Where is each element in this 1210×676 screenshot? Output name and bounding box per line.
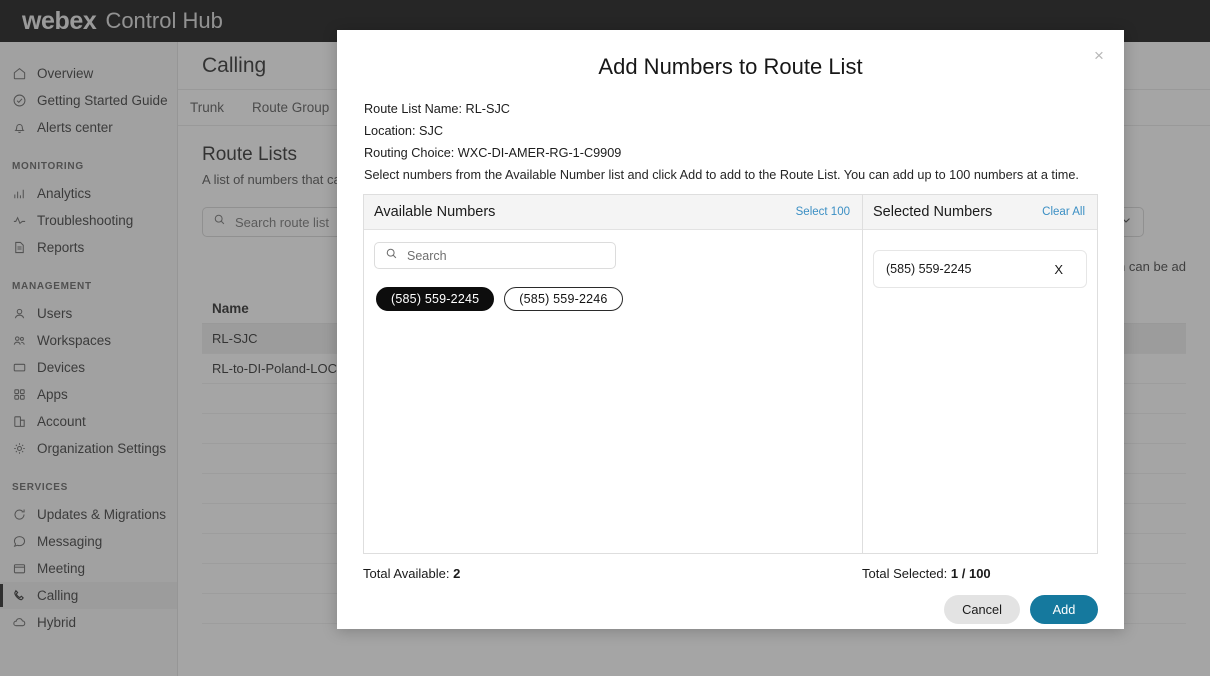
clear-all-link[interactable]: Clear All — [1042, 206, 1085, 218]
total-available-value: 2 — [453, 566, 461, 581]
totals-row: Total Available: 2 Total Selected: 1 / 1… — [363, 566, 1098, 581]
close-icon[interactable]: × — [1088, 44, 1110, 66]
selected-number-value: (585) 559-2245 — [886, 262, 972, 276]
add-numbers-modal: × Add Numbers to Route List Route List N… — [337, 30, 1124, 629]
remove-number-icon[interactable]: X — [1048, 262, 1069, 277]
available-number-chips: (585) 559-2245 (585) 559-2246 — [374, 287, 852, 311]
selected-numbers-panel: Selected Numbers Clear All (585) 559-224… — [863, 195, 1097, 553]
select-100-link[interactable]: Select 100 — [796, 206, 850, 218]
available-numbers-panel: Available Numbers Select 100 Search (585… — [364, 195, 863, 553]
total-selected-value: 1 / 100 — [950, 566, 991, 581]
number-chip[interactable]: (585) 559-2246 — [504, 287, 623, 311]
available-numbers-body: Search (585) 559-2245 (585) 559-2246 — [364, 230, 862, 553]
routing-choice: Routing Choice: WXC-DI-AMER-RG-1-C9909 — [364, 146, 622, 160]
screen: webex Control Hub Overview Getting Sta — [0, 0, 1210, 676]
available-numbers-title: Available Numbers — [374, 204, 496, 220]
available-search-input[interactable]: Search — [374, 242, 616, 269]
selected-number-item: (585) 559-2245 X — [873, 250, 1087, 288]
modal-title: Add Numbers to Route List — [598, 54, 863, 79]
number-chip[interactable]: (585) 559-2245 — [376, 287, 495, 311]
add-button[interactable]: Add — [1030, 595, 1098, 624]
location: Location: SJC — [364, 124, 443, 138]
search-icon — [385, 247, 398, 265]
total-selected: Total Selected: 1 / 100 — [862, 566, 1098, 581]
route-list-name: Route List Name: RL-SJC — [364, 102, 510, 116]
available-search-placeholder: Search — [407, 248, 447, 263]
total-selected-label: Total Selected: — [862, 566, 948, 581]
modal-description: Select numbers from the Available Number… — [364, 168, 1079, 182]
cancel-button[interactable]: Cancel — [944, 595, 1020, 624]
modal-actions: Cancel Add — [363, 595, 1098, 624]
available-numbers-header: Available Numbers Select 100 — [364, 195, 862, 230]
selected-numbers-header: Selected Numbers Clear All — [863, 195, 1097, 230]
selected-numbers-title: Selected Numbers — [873, 204, 993, 220]
total-available: Total Available: 2 — [363, 566, 862, 581]
modal-meta: Route List Name: RL-SJC Location: SJC Ro… — [337, 80, 1124, 182]
total-available-label: Total Available: — [363, 566, 450, 581]
numbers-panels: Available Numbers Select 100 Search (585… — [363, 194, 1098, 554]
selected-numbers-body: (585) 559-2245 X — [863, 230, 1097, 553]
